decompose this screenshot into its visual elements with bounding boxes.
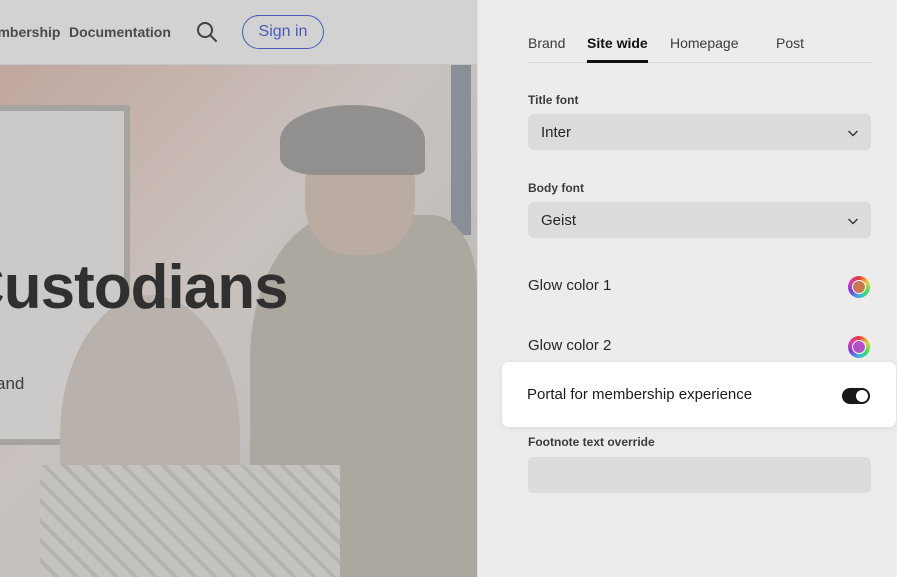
glow-color-1-picker[interactable] <box>848 276 870 298</box>
body-font-select[interactable]: Geist <box>528 202 871 238</box>
title-font-label: Title font <box>528 93 579 107</box>
preview-dim-overlay <box>0 0 477 577</box>
portal-setting-card: Portal for membership experience <box>502 362 896 427</box>
portal-toggle-label: Portal for membership experience <box>527 386 753 403</box>
tab-homepage[interactable]: Homepage <box>670 35 739 51</box>
tab-post[interactable]: Post <box>776 35 804 51</box>
title-font-value: Inter <box>541 123 572 141</box>
tab-site-wide[interactable]: Site wide <box>587 35 648 63</box>
tab-brand[interactable]: Brand <box>528 35 565 51</box>
glow-color-1-swatch <box>852 280 866 294</box>
chevron-down-icon <box>847 126 859 138</box>
toggle-knob <box>856 390 868 402</box>
settings-tabs: Brand Site wide Homepage Post <box>528 0 871 63</box>
site-preview: Membership Documentation Sign in Custodi… <box>0 0 477 577</box>
footnote-label: Footnote text override <box>528 435 655 449</box>
body-font-label: Body font <box>528 181 584 195</box>
glow-color-2-label: Glow color 2 <box>528 337 612 354</box>
chevron-down-icon <box>847 214 859 226</box>
footnote-text-input[interactable] <box>528 457 871 493</box>
body-font-value: Geist <box>541 211 577 229</box>
glow-color-2-picker[interactable] <box>848 336 870 358</box>
portal-toggle[interactable] <box>842 388 870 404</box>
design-settings-panel: Brand Site wide Homepage Post Title font… <box>477 0 897 577</box>
glow-color-1-label: Glow color 1 <box>528 277 612 294</box>
glow-color-2-swatch <box>852 340 866 354</box>
title-font-select[interactable]: Inter <box>528 114 871 150</box>
